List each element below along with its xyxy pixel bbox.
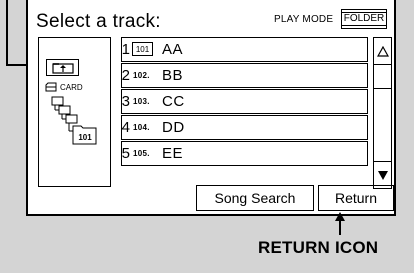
track-name: EE [162,145,184,162]
track-row[interactable]: 101 AA [121,37,368,62]
card-item[interactable]: CARD [45,82,83,92]
track-row[interactable]: 105. EE [121,141,368,166]
track-select-screen: Select a track: PLAY MODE FOLDER CARD 10… [26,0,396,216]
track-name: BB [162,67,184,84]
play-mode-label: PLAY MODE [274,14,334,25]
return-button[interactable]: Return [318,185,394,211]
folder-button-label: FOLDER [340,12,388,26]
scrollbar-track-divider [374,88,391,89]
track-name: AA [162,41,184,58]
track-row[interactable]: 104. DD [121,115,368,140]
folder-up-button[interactable] [46,59,79,76]
return-icon-caption: RETURN ICON [258,238,379,257]
card-label: CARD [60,82,83,92]
track-list-scrollbar[interactable] [373,37,392,189]
track-name: DD [162,119,185,136]
track-row[interactable]: 103. CC [121,89,368,114]
play-mode-folder-button[interactable]: FOLDER [340,9,388,29]
triangle-down-icon [377,170,388,180]
callout-line-vertical [6,0,8,66]
track-index: 104. [133,123,150,132]
track-index: 102. [133,71,150,80]
track-row[interactable]: 102. BB [121,63,368,88]
track-index: 105. [133,149,150,158]
track-name: CC [162,93,185,110]
current-folder-label: 101 [78,133,92,142]
triangle-up-icon [376,45,389,57]
card-icon [45,82,57,92]
screen-title: Select a track: [36,11,161,32]
track-index: 103. [133,97,150,106]
folder-tree-icon: 101 [51,96,97,145]
song-search-button[interactable]: Song Search [196,185,314,211]
folder-tree-panel: CARD 101 [38,37,111,187]
scroll-up-button[interactable] [374,38,391,65]
track-index: 101 [132,42,153,56]
callout-arrow-icon [335,212,345,221]
folder-up-icon [51,62,74,74]
scroll-down-button[interactable] [374,161,391,188]
